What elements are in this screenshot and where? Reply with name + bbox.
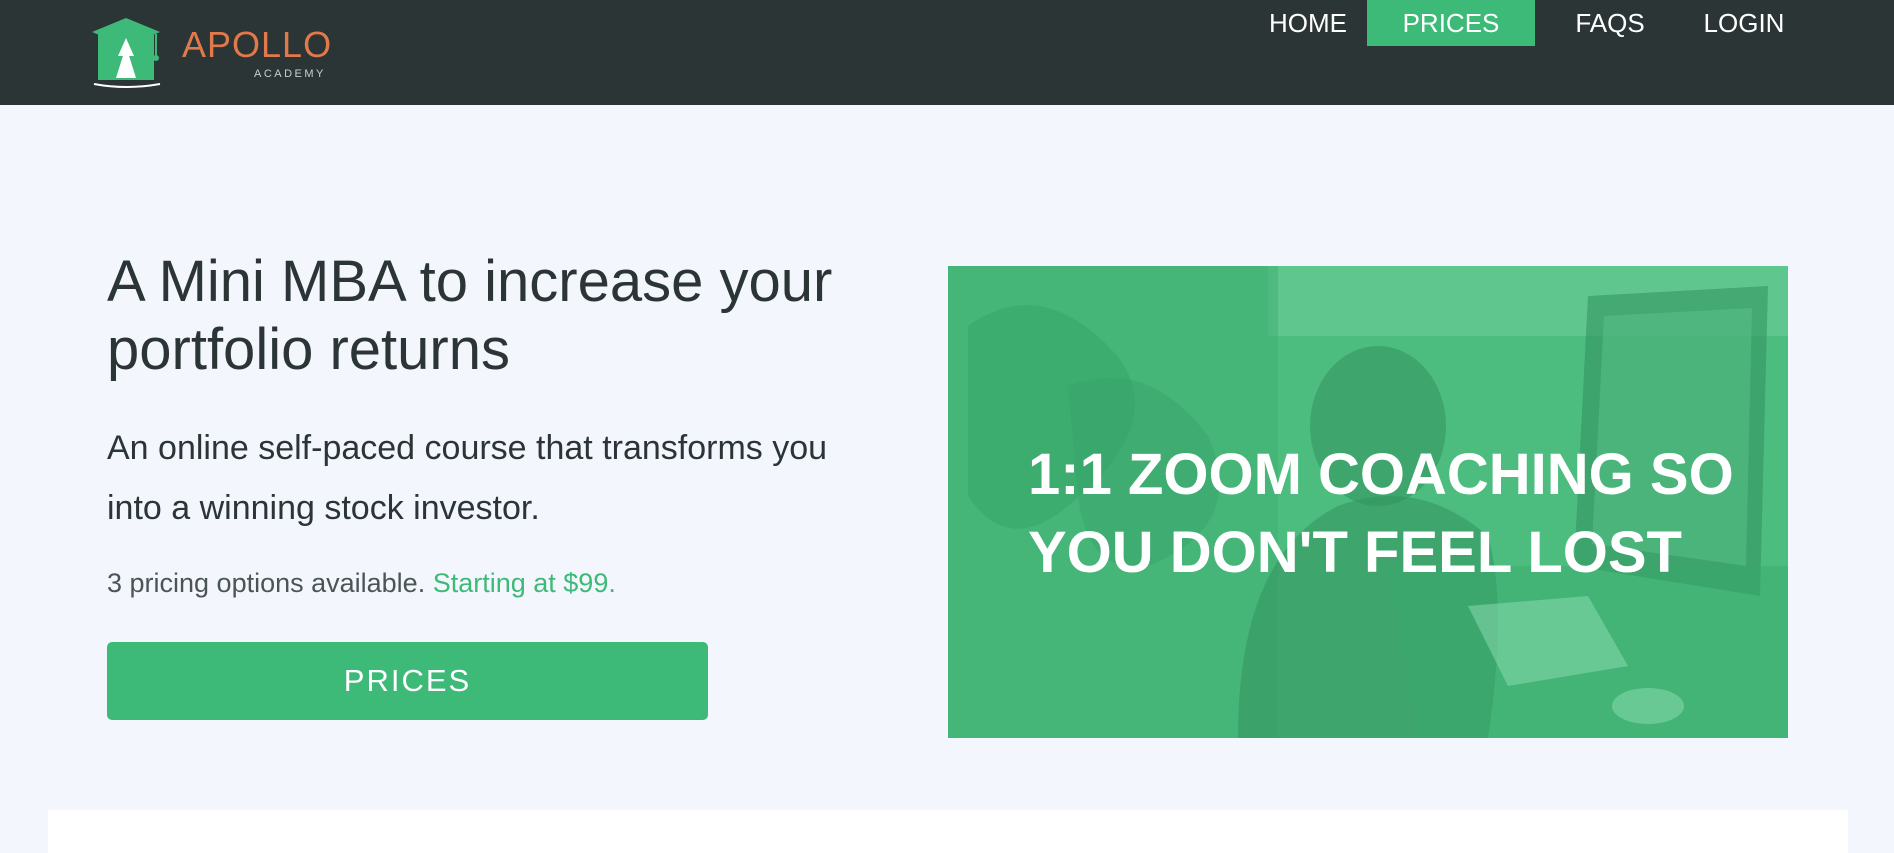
starting-price-text: Starting at $99.	[432, 568, 616, 598]
promo-headline: 1:1 ZOOM COACHING SO YOU DON'T FEEL LOST	[1028, 442, 1734, 585]
nav-login-link[interactable]: LOGIN	[1700, 0, 1788, 46]
hero-subtitle: An online self-paced course that transfo…	[107, 429, 828, 527]
nav-faqs-link[interactable]: FAQS	[1574, 0, 1646, 46]
brand-logo[interactable]: APOLLO ACADEMY	[92, 16, 332, 91]
prices-cta-button[interactable]: PRICES	[107, 642, 708, 720]
top-navbar: APOLLO ACADEMY HOME PRICES FAQS LOGIN	[0, 0, 1894, 105]
content-card	[48, 810, 1848, 853]
promo-image: 1:1 ZOOM COACHING SO YOU DON'T FEEL LOST	[948, 266, 1788, 738]
brand-name: APOLLO	[182, 24, 333, 65]
pricing-options-text: 3 pricing options available.	[107, 568, 426, 598]
nav-prices-link[interactable]: PRICES	[1367, 0, 1535, 46]
hero-title: A Mini MBA to increase your portfolio re…	[107, 249, 833, 382]
pricing-note: 3 pricing options available. Starting at…	[107, 568, 616, 599]
brand-tagline: ACADEMY	[254, 68, 326, 80]
nav-home-link[interactable]: HOME	[1268, 0, 1348, 46]
graduation-cap-arrow-logo-icon	[92, 18, 161, 88]
